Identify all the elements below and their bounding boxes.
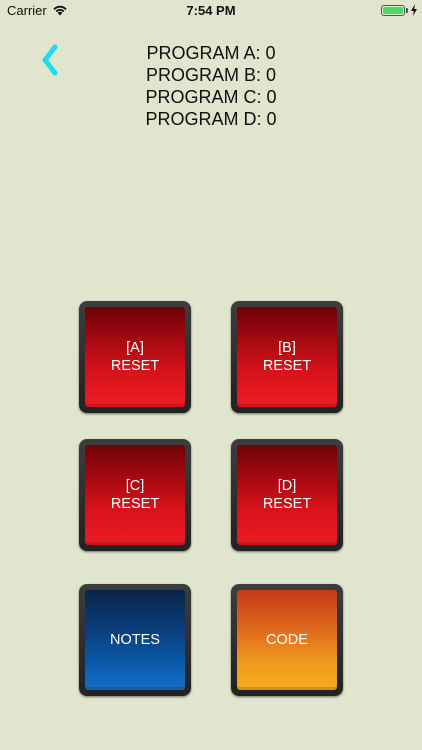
battery-level [383, 7, 403, 14]
notes-label: NOTES [110, 632, 160, 648]
code-label: CODE [266, 632, 308, 648]
status-bar: Carrier 7:54 PM [0, 0, 422, 22]
reset-c-label: RESET [110, 496, 160, 512]
battery-cap [406, 8, 408, 13]
reset-c-letter: [C] [125, 478, 145, 494]
reset-b-letter: [B] [278, 340, 296, 356]
reset-d-label: RESET [262, 496, 312, 512]
program-b-count: PROGRAM B: 0 [145, 65, 277, 85]
program-counters: PROGRAM A: 0 PROGRAM B: 0 PROGRAM C: 0 P… [0, 42, 422, 130]
reset-d-button[interactable]: [D] RESET [231, 439, 343, 551]
battery-icon [381, 5, 405, 16]
reset-a-face: [A] RESET [85, 307, 185, 407]
code-button[interactable]: CODE [231, 584, 343, 696]
notes-button[interactable]: NOTES [79, 584, 191, 696]
reset-a-letter: [A] [126, 340, 144, 356]
code-face: CODE [237, 590, 337, 690]
reset-d-face: [D] RESET [237, 445, 337, 545]
reset-c-face: [C] RESET [85, 445, 185, 545]
status-time: 7:54 PM [186, 3, 236, 18]
reset-a-label: RESET [110, 358, 160, 374]
reset-b-face: [B] RESET [237, 307, 337, 407]
notes-face: NOTES [85, 590, 185, 690]
reset-b-button[interactable]: [B] RESET [231, 301, 343, 413]
program-c-count: PROGRAM C: 0 [145, 87, 277, 107]
reset-c-button[interactable]: [C] RESET [79, 439, 191, 551]
reset-b-label: RESET [262, 358, 312, 374]
reset-d-letter: [D] [277, 478, 297, 494]
program-a-count: PROGRAM A: 0 [146, 43, 276, 63]
reset-a-button[interactable]: [A] RESET [79, 301, 191, 413]
program-d-count: PROGRAM D: 0 [145, 109, 277, 129]
charging-bolt-icon [411, 4, 417, 16]
